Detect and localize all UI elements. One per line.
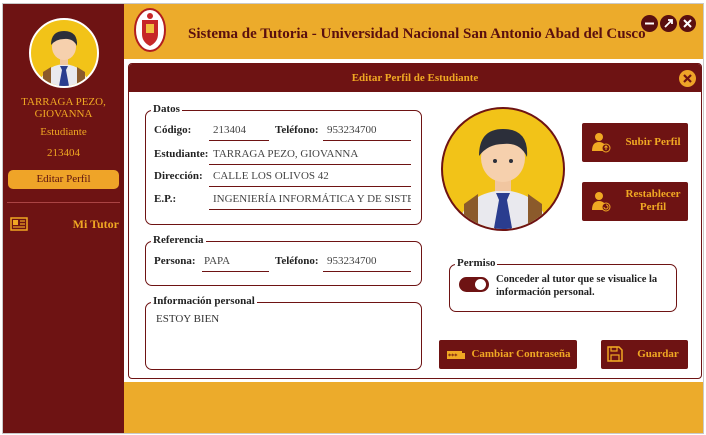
estudiante-label: Estudiante: (154, 148, 209, 160)
ep-field[interactable]: INGENIERÍA INFORMÁTICA Y DE SISTE (213, 193, 411, 205)
footer-bar (124, 382, 703, 433)
permiso-legend: Permiso (455, 257, 498, 269)
save-icon (607, 346, 623, 362)
codigo-underline (209, 140, 269, 141)
direccion-field[interactable]: CALLE LOS OLIVOS 42 (213, 170, 413, 182)
maximize-icon[interactable] (660, 15, 677, 32)
user-avatar-icon (29, 18, 99, 88)
codigo-label: Código: (154, 124, 192, 136)
save-label: Guardar (637, 348, 679, 360)
panel-close-icon[interactable] (679, 70, 696, 87)
user-upload-icon (592, 133, 611, 153)
student-name: TARRAGA PEZO, GIOVANNA (21, 96, 106, 120)
ep-label: E.P.: (154, 193, 177, 205)
info-personal-legend: Información personal (151, 295, 257, 307)
sidebar-avatar (29, 18, 99, 88)
ep-underline (209, 209, 411, 210)
toggle-knob (475, 279, 486, 290)
panel-title: Editar Perfil de Estudiante (351, 72, 479, 84)
change-password-label: Cambiar Contraseña (471, 348, 571, 360)
referencia-legend: Referencia (151, 234, 206, 246)
permission-text: Conceder al tutor que se visualice la in… (496, 274, 658, 298)
panel-header: Editar Perfil de Estudiante (129, 64, 701, 92)
estudiante-field[interactable]: TARRAGA PEZO, GIOVANNA (213, 148, 413, 160)
id-card-icon[interactable] (10, 214, 30, 234)
app-title: Sistema de Tutoria - Universidad Naciona… (188, 26, 646, 42)
student-role: Estudiante (40, 126, 87, 138)
student-code: 213404 (47, 147, 80, 159)
ref-telefono-underline (323, 271, 411, 272)
password-icon: *** (447, 351, 465, 360)
ref-telefono-label: Teléfono: (275, 255, 319, 267)
persona-label: Persona: (154, 255, 196, 267)
persona-field[interactable]: PAPA (204, 255, 264, 267)
reset-profile-button[interactable]: Restablecer Perfil (582, 182, 688, 221)
permission-toggle[interactable] (459, 277, 489, 292)
sidebar-divider (7, 202, 120, 203)
close-icon[interactable] (679, 15, 696, 32)
direccion-underline (209, 186, 411, 187)
minimize-icon[interactable] (641, 15, 658, 32)
estudiante-underline (209, 164, 411, 165)
direccion-label: Dirección: (154, 170, 203, 182)
edit-profile-panel: Editar Perfil de Estudiante Datos Código… (128, 63, 702, 379)
user-reset-icon (592, 192, 611, 212)
app-window: TARRAGA PEZO, GIOVANNA Estudiante 213404… (2, 3, 704, 434)
sidebar-item-mi-tutor[interactable]: Mi Tutor (63, 217, 119, 232)
user-avatar-icon (441, 107, 565, 231)
edit-profile-button[interactable]: Editar Perfil (8, 170, 119, 189)
permiso-group: Permiso Conceder al tutor que se visuali… (449, 257, 677, 312)
profile-photo (440, 106, 566, 232)
header: Sistema de Tutoria - Universidad Naciona… (124, 4, 703, 59)
info-personal-group: Información personal ESTOY BIEN (145, 295, 422, 370)
datos-legend: Datos (151, 103, 182, 115)
sidebar: TARRAGA PEZO, GIOVANNA Estudiante 213404… (3, 4, 124, 433)
ref-telefono-field[interactable]: 953234700 (327, 255, 407, 267)
svg-text:***: *** (448, 353, 458, 360)
telefono-underline (323, 140, 411, 141)
upload-profile-button[interactable]: Subir Perfil (582, 123, 688, 162)
codigo-field[interactable]: 213404 (213, 124, 268, 136)
telefono-label: Teléfono: (275, 124, 319, 136)
save-button[interactable]: Guardar (601, 340, 688, 369)
referencia-group: Referencia Persona: PAPA Teléfono: 95323… (145, 234, 422, 286)
info-personal-field[interactable]: ESTOY BIEN (156, 313, 411, 325)
change-password-button[interactable]: *** Cambiar Contraseña (439, 340, 577, 369)
upload-profile-label: Subir Perfil (625, 136, 681, 148)
persona-underline (202, 271, 269, 272)
datos-group: Datos Código: 213404 Teléfono: 953234700… (145, 103, 422, 225)
university-logo (134, 8, 166, 52)
reset-profile-label: Restablecer Perfil (625, 188, 681, 213)
telefono-field[interactable]: 953234700 (327, 124, 407, 136)
